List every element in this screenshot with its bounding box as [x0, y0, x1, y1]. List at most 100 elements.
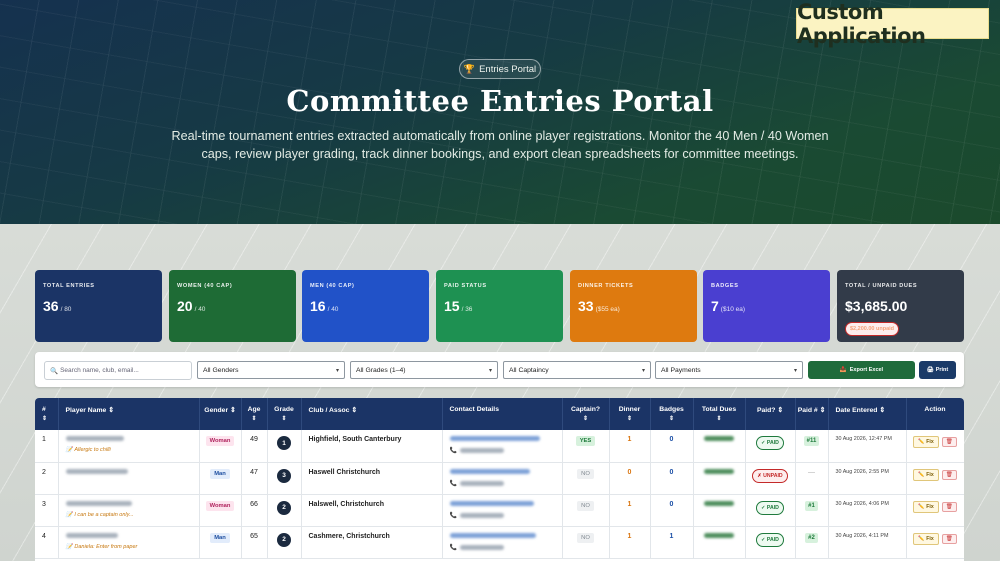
date-entered-cell: 30 Aug 2026, 12:47 PM: [828, 430, 907, 463]
paid-number: #2: [805, 532, 818, 543]
gender-cell: Man: [199, 462, 242, 495]
printer-icon: 🖨: [926, 367, 934, 373]
paid-cell[interactable]: ✓ PAID: [745, 430, 796, 463]
stat-number: 36: [43, 298, 59, 314]
dinner-cell: 1: [609, 430, 651, 463]
chevron-down-icon: ▾: [641, 367, 645, 374]
payment-filter-select[interactable]: All Payments ▾: [655, 361, 803, 379]
note-icon: 📝: [65, 543, 73, 550]
badges-cell: 0: [650, 430, 694, 463]
sort-icon: ⇕: [251, 416, 257, 422]
player-name-cell: [58, 462, 200, 495]
sort-icon: ⇕: [626, 416, 633, 422]
stat-value: 16/ 40: [310, 298, 429, 314]
column-header[interactable]: Total Dues ⇕: [693, 398, 746, 430]
note-icon: 📝: [65, 447, 73, 453]
chevron-down-icon: ▾: [488, 367, 492, 374]
paid-cell[interactable]: ✓ PAID: [745, 526, 796, 559]
column-header[interactable]: Paid # ⇕: [795, 398, 829, 430]
club-cell: Highfield, South Canterbury: [301, 430, 443, 463]
player-name-cell: 📝 Daniela: Enter from paper: [58, 526, 200, 559]
email-redacted[interactable]: [449, 532, 536, 538]
stat-sub: ($10 ea): [720, 306, 746, 313]
fix-button[interactable]: ✏️ Fix: [913, 436, 939, 448]
table-row[interactable]: 4 📝 Daniela: Enter from paper Man 65 2 Ca…: [35, 526, 964, 559]
email-redacted[interactable]: [449, 436, 540, 441]
captaincy-filter-select[interactable]: All Captaincy ▾: [503, 361, 651, 379]
filter-bar: 🔍 Search name, club, email... All Gender…: [35, 352, 964, 387]
grade-filter-select[interactable]: All Grades (1–4) ▾: [350, 361, 498, 379]
dinner-cell: 0: [609, 462, 651, 495]
grade-badge: 2: [277, 500, 291, 515]
stat-label: Women (40 cap): [177, 283, 233, 289]
captaincy-filter-value: All Captaincy: [509, 366, 549, 374]
stat-card: Dinner Tickets 33 ($55 ea): [570, 270, 697, 342]
note-text: Allergic to chilli: [74, 447, 111, 453]
gender-badge: Man: [210, 532, 230, 543]
sort-icon: ⇕: [716, 416, 722, 422]
captain-badge: YES: [575, 436, 596, 446]
paid-number-cell: #2: [795, 526, 829, 559]
column-header[interactable]: Dinner ⇕: [609, 398, 651, 430]
column-header: Action: [906, 398, 964, 430]
stat-sub: / 36: [461, 306, 473, 313]
column-header[interactable]: Club / Assoc ⇕: [301, 398, 443, 430]
column-header-label: Paid?: [756, 407, 776, 414]
player-name-cell: 📝 I can be a captain only...: [58, 494, 200, 527]
column-header[interactable]: Gender ⇕: [199, 398, 242, 430]
column-header[interactable]: Grade ⇕: [267, 398, 302, 430]
paid-status-badge[interactable]: ✓ PAID: [756, 532, 784, 547]
grade-badge: 3: [277, 468, 291, 483]
row-number: 1: [35, 430, 59, 463]
stat-label: Dinner Tickets: [578, 283, 634, 289]
paid-cell[interactable]: ✓ PAID: [745, 494, 796, 527]
column-header[interactable]: Date Entered ⇕: [828, 398, 907, 430]
column-header[interactable]: Paid? ⇕: [745, 398, 796, 430]
trash-icon[interactable]: 🗑: [941, 469, 957, 480]
gender-filter-select[interactable]: All Genders ▾: [197, 361, 345, 379]
trash-icon[interactable]: 🗑: [941, 437, 957, 447]
player-name-redacted: [65, 500, 132, 506]
chevron-down-icon: ▾: [335, 367, 339, 374]
column-header-label: Grade: [274, 406, 294, 413]
column-header[interactable]: # ⇕: [35, 398, 59, 430]
paid-status-badge[interactable]: ✓ PAID: [756, 436, 784, 450]
stat-number: 20: [177, 298, 193, 314]
player-name-redacted: [65, 532, 118, 538]
chevron-down-icon: ▾: [793, 367, 797, 374]
table-row[interactable]: 2 Man 47 3 Haswell Christchurch 📞 NO 0 0…: [35, 462, 964, 495]
table-row[interactable]: 3 📝 I can be a captain only... Woman 66 2…: [35, 494, 964, 527]
dinner-cell: 1: [609, 526, 651, 559]
column-header[interactable]: Age ⇕: [241, 398, 268, 430]
stat-number: $3,685.00: [845, 298, 908, 314]
paid-status-badge[interactable]: ✗ UNPAID: [752, 468, 788, 483]
column-header[interactable]: Player Name ⇕: [58, 398, 200, 430]
trash-icon[interactable]: 🗑: [941, 501, 957, 512]
email-redacted[interactable]: [449, 468, 530, 474]
column-header[interactable]: Badges ⇕: [650, 398, 694, 430]
search-icon: 🔍: [50, 367, 59, 375]
export-excel-button[interactable]: 📥 Export Excel: [808, 361, 915, 379]
print-button[interactable]: 🖨 Print: [919, 361, 956, 379]
email-redacted[interactable]: [449, 500, 534, 506]
search-placeholder: Search name, club, email...: [60, 367, 139, 374]
stat-card: Total / Unpaid Dues $3,685.00 $2,200.00 …: [837, 270, 964, 342]
gender-badge: Woman: [205, 500, 235, 511]
fix-button[interactable]: ✏️ Fix: [913, 532, 939, 545]
search-input[interactable]: 🔍 Search name, club, email...: [44, 361, 192, 380]
stat-sub: / 40: [194, 306, 206, 313]
print-label: Print: [935, 367, 949, 373]
pill-label: Entries Portal: [479, 63, 537, 75]
phone-icon: 📞: [449, 480, 457, 487]
fix-button[interactable]: ✏️ Fix: [913, 468, 939, 481]
paid-cell[interactable]: ✗ UNPAID: [745, 462, 796, 495]
table-row[interactable]: 1 📝 Allergic to chilli Woman 49 1 Highfie…: [35, 430, 964, 463]
dues-cell: [693, 494, 746, 527]
column-header[interactable]: Captain? ⇕: [562, 398, 610, 430]
fix-button[interactable]: ✏️ Fix: [913, 500, 939, 513]
custom-application-badge: Custom Application: [796, 0, 989, 48]
trash-icon[interactable]: 🗑: [941, 533, 957, 544]
stat-card: Total Entries 36/ 80: [35, 270, 162, 342]
grade-cell: 3: [267, 462, 302, 495]
paid-status-badge[interactable]: ✓ PAID: [756, 500, 784, 515]
